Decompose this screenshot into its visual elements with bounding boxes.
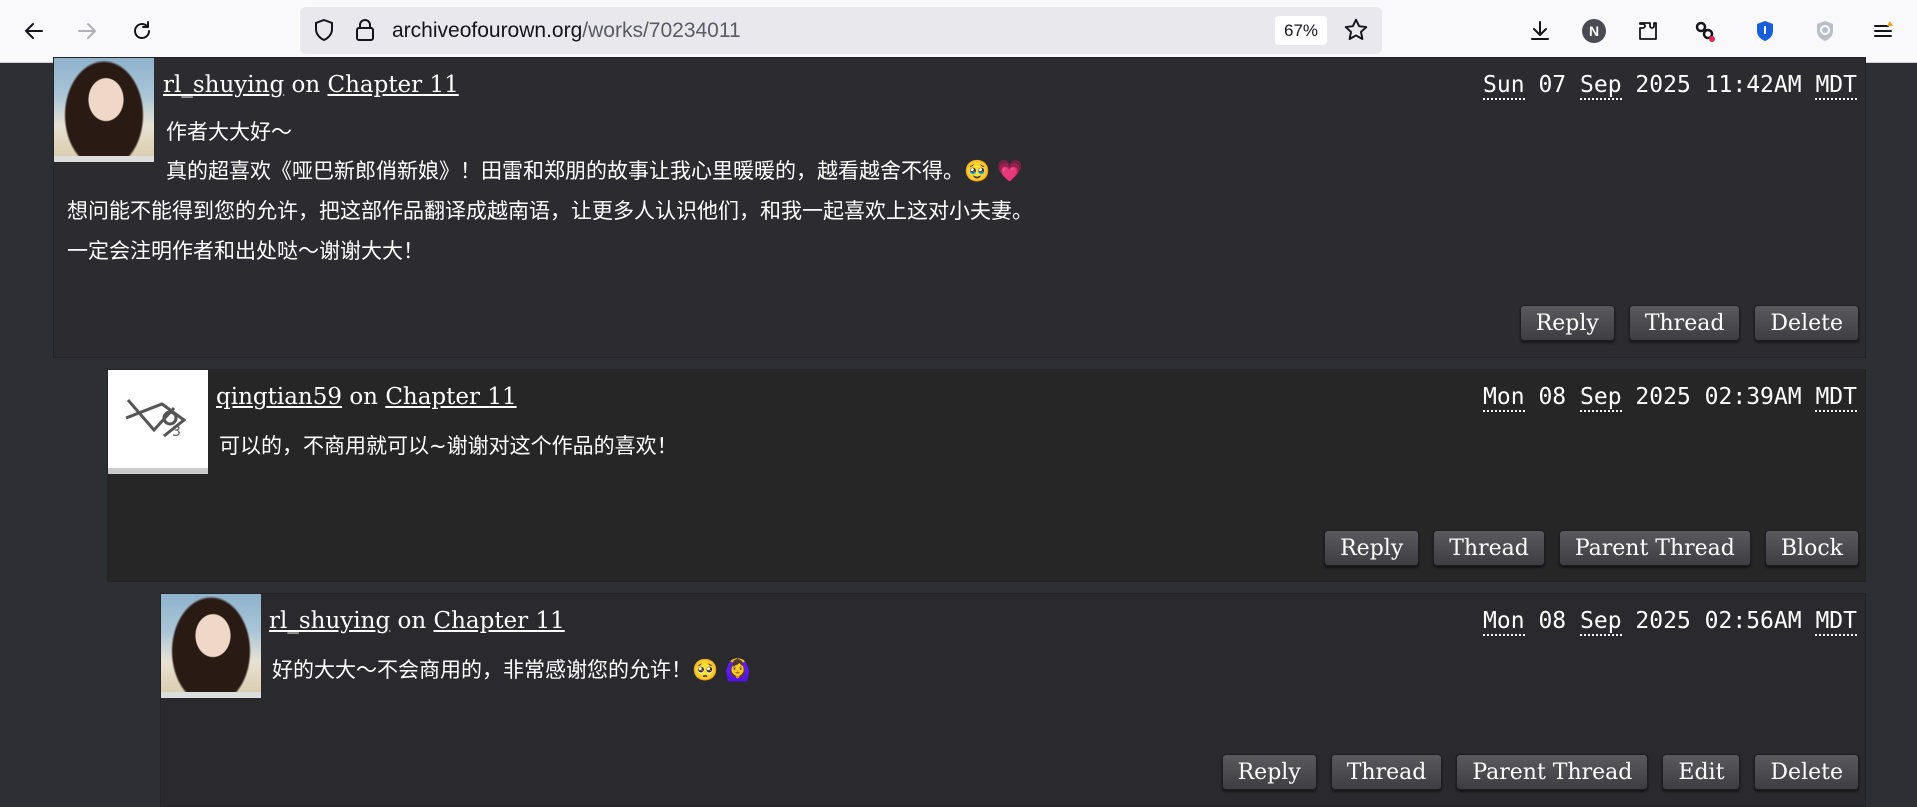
comment-text-line: 好的大大～不会商用的，非常感谢您的允许！🥺 🙆‍♀️ bbox=[272, 658, 751, 682]
user-avatar[interactable] bbox=[54, 58, 154, 162]
edit-button[interactable]: Edit bbox=[1662, 754, 1741, 790]
bookmark-star-icon[interactable] bbox=[1343, 17, 1369, 48]
bitwarden-icon[interactable] bbox=[1747, 13, 1783, 49]
comment-text-line: 真的超喜欢《哑巴新郎俏新娘》！田雷和郑朋的故事让我心里暖暖的，越看越舍不得。🥹 … bbox=[166, 159, 1023, 183]
user-avatar[interactable] bbox=[161, 594, 261, 698]
lock-icon[interactable] bbox=[354, 18, 376, 47]
comment-byline: rl_shuying on Chapter 11 bbox=[269, 608, 565, 634]
comment: 3 qingtian59 on Chapter 11 Mon 08 Sep 20… bbox=[107, 369, 1866, 582]
date-day: Sun bbox=[1483, 72, 1525, 100]
chapter-link[interactable]: Chapter 11 bbox=[385, 384, 516, 410]
reply-button[interactable]: Reply bbox=[1221, 754, 1317, 790]
ao3-default-icon: 3 bbox=[125, 399, 187, 440]
date-time: 11:42AM bbox=[1704, 72, 1802, 98]
account-avatar-icon[interactable]: N bbox=[1576, 13, 1612, 49]
date-year: 2025 bbox=[1635, 72, 1691, 98]
comment-text-line: 一定会注明作者和出处哒～谢谢大大！ bbox=[67, 239, 424, 263]
comment-actions: Reply Thread Parent Thread Edit Delete bbox=[1221, 754, 1859, 790]
date-day: Mon bbox=[1483, 608, 1525, 636]
date-time: 02:39AM bbox=[1704, 384, 1802, 410]
date-time: 02:56AM bbox=[1704, 608, 1802, 634]
url-text[interactable]: archiveofourown.org/works/70234011 bbox=[392, 19, 741, 43]
comment-text-line: 可以的，不商用就可以~谢谢对这个作品的喜欢！ bbox=[219, 434, 678, 458]
date-month: Sep bbox=[1580, 608, 1622, 636]
byline-on: on bbox=[291, 72, 321, 98]
date-dd: 08 bbox=[1538, 384, 1567, 410]
privacy-shield-icon[interactable] bbox=[1807, 13, 1843, 49]
chapter-link[interactable]: Chapter 11 bbox=[327, 72, 458, 98]
url-bar[interactable]: archiveofourown.org/works/70234011 67% bbox=[300, 7, 1382, 54]
delete-button[interactable]: Delete bbox=[1754, 754, 1859, 790]
comment-text-line: 想问能不能得到您的允许，把这部作品翻译成越南语，让更多人认识他们，和我一起喜欢上… bbox=[67, 199, 1033, 223]
url-path: /works/70234011 bbox=[582, 19, 741, 42]
thread-button[interactable]: Thread bbox=[1628, 305, 1741, 341]
date-day: Mon bbox=[1483, 384, 1525, 412]
extension-gear-icon[interactable] bbox=[1687, 13, 1723, 49]
date-tz: MDT bbox=[1815, 608, 1857, 636]
delete-button[interactable]: Delete bbox=[1754, 305, 1859, 341]
shield-icon[interactable] bbox=[312, 18, 336, 47]
comment-byline: qingtian59 on Chapter 11 bbox=[216, 384, 517, 410]
reload-icon[interactable] bbox=[124, 13, 160, 49]
browser-toolbar: archiveofourown.org/works/70234011 67% N bbox=[0, 0, 1917, 63]
reply-button[interactable]: Reply bbox=[1324, 530, 1420, 566]
comment-byline: rl_shuying on Chapter 11 bbox=[163, 72, 459, 98]
byline-on: on bbox=[397, 608, 427, 634]
account-initial: N bbox=[1582, 19, 1606, 43]
thread-button[interactable]: Thread bbox=[1433, 530, 1545, 566]
author-link[interactable]: rl_shuying bbox=[269, 608, 390, 634]
parent-thread-button[interactable]: Parent Thread bbox=[1558, 530, 1751, 566]
comment-actions: Reply Thread Parent Thread Block bbox=[1324, 530, 1859, 566]
svg-text:3: 3 bbox=[172, 424, 181, 440]
extensions-icon[interactable] bbox=[1630, 13, 1666, 49]
comment-text-line: 作者大大好～ bbox=[166, 120, 292, 144]
default-avatar[interactable]: 3 bbox=[108, 370, 208, 474]
zoom-indicator[interactable]: 67% bbox=[1275, 16, 1327, 45]
author-link[interactable]: rl_shuying bbox=[163, 72, 284, 98]
comment-actions: Reply Thread Delete bbox=[1519, 305, 1859, 341]
reply-button[interactable]: Reply bbox=[1519, 305, 1615, 341]
date-year: 2025 bbox=[1635, 384, 1691, 410]
date-month: Sep bbox=[1580, 72, 1622, 100]
date-dd: 07 bbox=[1538, 72, 1567, 98]
date-tz: MDT bbox=[1815, 384, 1857, 412]
downloads-icon[interactable] bbox=[1522, 13, 1558, 49]
block-button[interactable]: Block bbox=[1764, 530, 1859, 566]
comment-date: Sun 07 Sep 2025 11:42AM MDT bbox=[1483, 72, 1857, 100]
chapter-link[interactable]: Chapter 11 bbox=[433, 608, 564, 634]
thread-button[interactable]: Thread bbox=[1330, 754, 1443, 790]
comment: rl_shuying on Chapter 11 Sun 07 Sep 2025… bbox=[53, 57, 1866, 358]
date-month: Sep bbox=[1580, 384, 1622, 412]
date-year: 2025 bbox=[1635, 608, 1691, 634]
comment: rl_shuying on Chapter 11 Mon 08 Sep 2025… bbox=[160, 593, 1866, 807]
author-link[interactable]: qingtian59 bbox=[216, 384, 342, 410]
date-tz: MDT bbox=[1815, 72, 1857, 100]
back-icon[interactable] bbox=[16, 13, 52, 49]
url-domain: archiveofourown.org bbox=[392, 19, 583, 42]
date-dd: 08 bbox=[1538, 608, 1567, 634]
menu-icon[interactable] bbox=[1865, 13, 1901, 49]
parent-thread-button[interactable]: Parent Thread bbox=[1456, 754, 1649, 790]
byline-on: on bbox=[349, 384, 378, 410]
comment-date: Mon 08 Sep 2025 02:56AM MDT bbox=[1483, 608, 1857, 636]
comments-page: rl_shuying on Chapter 11 Sun 07 Sep 2025… bbox=[0, 57, 1917, 807]
comment-date: Mon 08 Sep 2025 02:39AM MDT bbox=[1483, 384, 1857, 412]
forward-icon[interactable] bbox=[69, 13, 105, 49]
